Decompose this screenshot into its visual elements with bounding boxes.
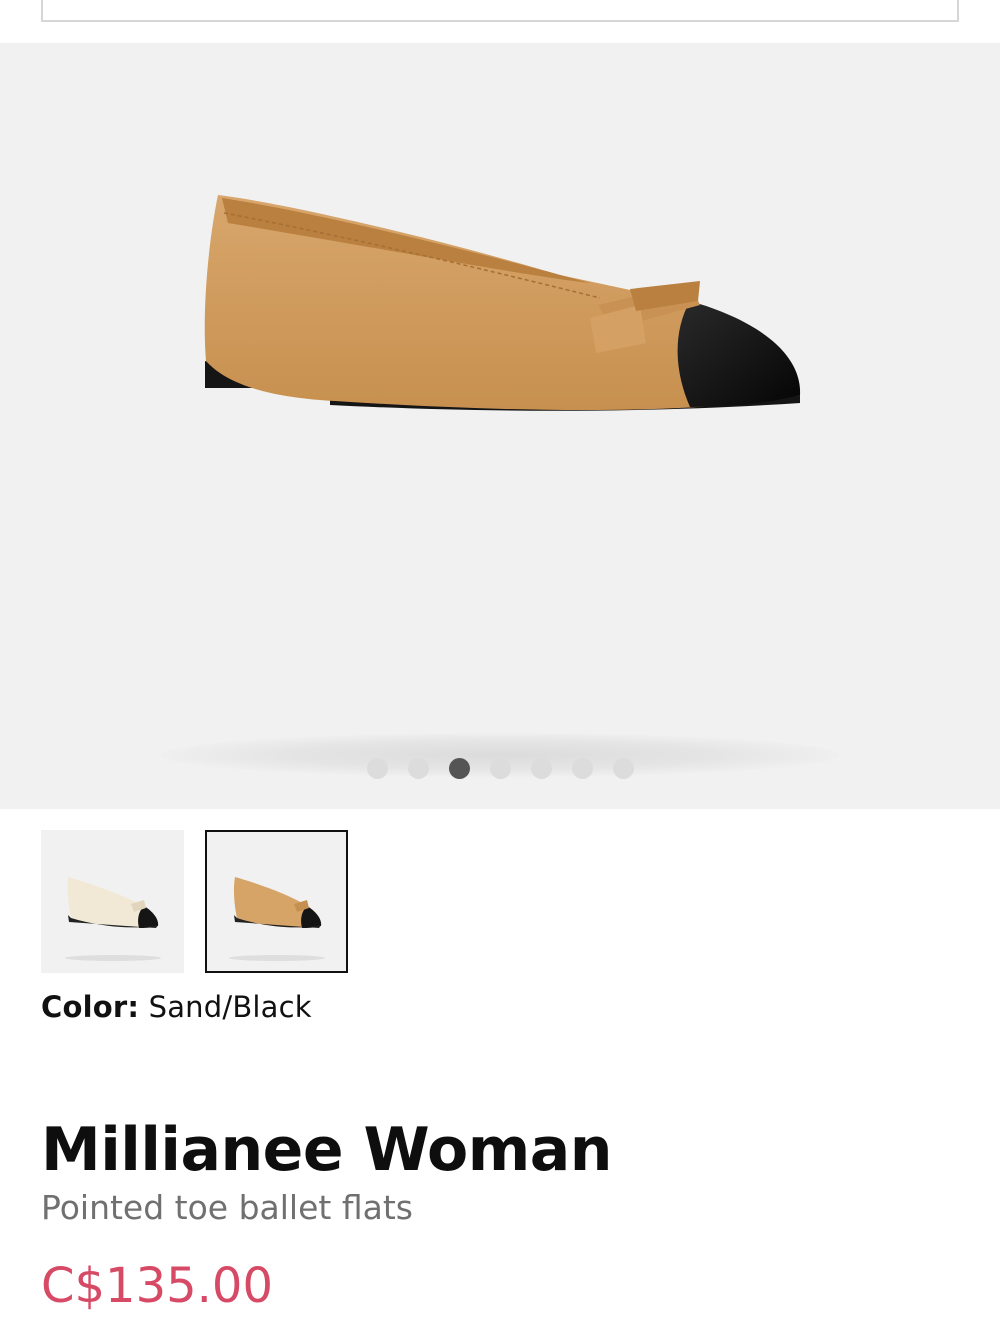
gallery-dot[interactable]: [571, 758, 593, 779]
gallery-dot[interactable]: [448, 758, 470, 779]
color-label: Color:: [41, 990, 140, 1024]
thumbnail-shoe-image: [65, 877, 161, 961]
color-value: Sand/Black: [148, 990, 312, 1024]
gallery-dot[interactable]: [530, 758, 552, 779]
thumbnail-sand-black[interactable]: [205, 830, 348, 973]
product-image: [204, 195, 801, 411]
search-box[interactable]: [41, 0, 959, 22]
product-subtitle: Pointed toe ballet flats: [41, 1188, 413, 1227]
thumbnail-chalk-black[interactable]: [41, 830, 184, 973]
gallery-pagination: [0, 758, 1000, 779]
gallery-dot[interactable]: [489, 758, 511, 779]
gallery-dot[interactable]: [612, 758, 634, 779]
color-thumbnails: [41, 830, 348, 973]
selected-color: Color: Sand/Black: [41, 990, 312, 1024]
gallery-dot[interactable]: [407, 758, 429, 779]
thumbnail-shoe-image: [229, 877, 325, 961]
product-price: C$135.00: [41, 1258, 274, 1314]
gallery-dot[interactable]: [366, 758, 388, 779]
product-title: Millianee Woman: [41, 1115, 612, 1185]
product-image-gallery[interactable]: [0, 43, 1000, 809]
